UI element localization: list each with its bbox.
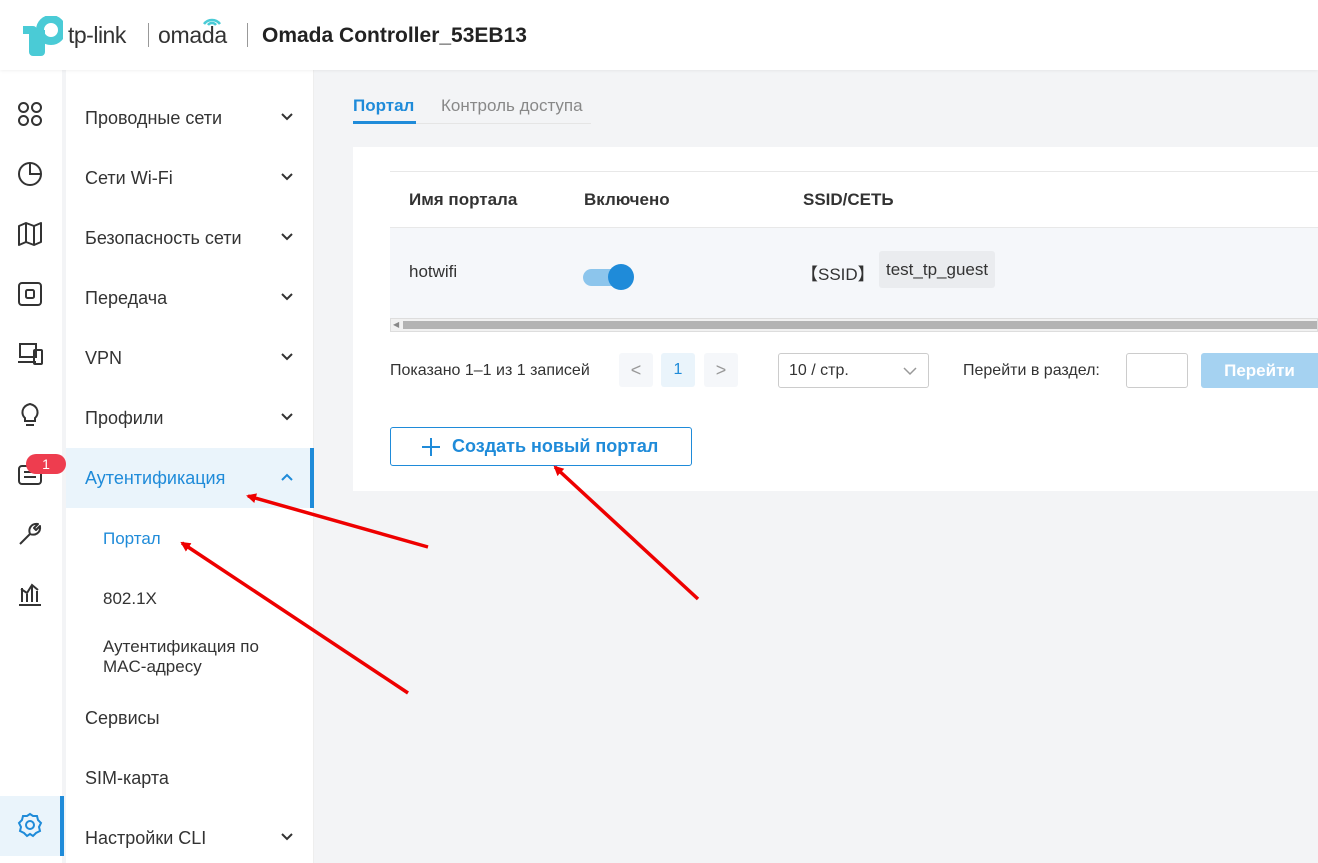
insight-icon[interactable] xyxy=(16,400,44,428)
menu-item-label: Безопасность сети xyxy=(85,227,242,248)
menu-item-label: Аутентификация xyxy=(85,467,226,488)
menu-item-label: Проводные сети xyxy=(85,107,223,128)
chevron-left-icon: < xyxy=(630,359,642,380)
submenu-item-label: MAC-адресу xyxy=(103,657,202,676)
create-portal-label: Создать новый портал xyxy=(452,436,659,456)
column-header-enabled[interactable]: Включено xyxy=(584,190,670,210)
menu-item-network-security[interactable]: Безопасность сети xyxy=(66,208,314,268)
submenu-item-mac-auth[interactable]: Аутентификация по MAC-адресу xyxy=(103,637,259,677)
tools-icon[interactable] xyxy=(16,520,44,548)
menu-item-cli-settings[interactable]: Настройки CLI xyxy=(66,808,314,863)
settings-submenu: Проводные сети Сети Wi-Fi Безопасность с… xyxy=(66,70,314,863)
prev-page-button[interactable]: < xyxy=(619,353,653,387)
chevron-down-icon xyxy=(281,293,293,301)
chevron-down-icon xyxy=(281,413,293,421)
chevron-down-icon xyxy=(281,353,293,361)
icon-rail: 1 xyxy=(0,70,66,863)
notification-badge: 1 xyxy=(26,454,66,474)
tab-access-control[interactable]: Контроль доступа xyxy=(441,96,583,116)
menu-item-label: Профили xyxy=(85,407,164,428)
tp-link-wordmark: tp-link xyxy=(68,22,126,48)
goto-page-input[interactable] xyxy=(1126,353,1188,388)
map-icon[interactable] xyxy=(16,220,44,248)
portal-name-cell: hotwifi xyxy=(409,262,458,281)
column-header-ssid[interactable]: SSID/СЕТЬ xyxy=(803,190,894,210)
menu-item-authentication[interactable]: Аутентификация xyxy=(66,448,314,508)
create-portal-button[interactable]: Создать новый портал xyxy=(390,427,692,466)
top-header: tp-link omada Omada Controller_53EB13 xyxy=(0,0,1318,70)
omada-wordmark: omada xyxy=(158,22,227,48)
chevron-right-icon: > xyxy=(715,359,727,380)
menu-item-profiles[interactable]: Профили xyxy=(66,388,314,448)
menu-item-wired-networks[interactable]: Проводные сети xyxy=(66,88,314,148)
menu-item-services[interactable]: Сервисы xyxy=(66,688,314,748)
ssid-tag: test_tp_guest xyxy=(879,251,996,288)
horizontal-scrollbar[interactable]: ◀ xyxy=(390,318,1318,332)
rail-active-bar xyxy=(60,796,64,856)
menu-item-vpn[interactable]: VPN xyxy=(66,328,314,388)
menu-item-transmission[interactable]: Передача xyxy=(66,268,314,328)
menu-item-label: Передача xyxy=(85,287,168,308)
chevron-down-icon xyxy=(281,233,293,241)
wifi-arc-icon xyxy=(203,18,221,26)
page-size-value: 10 / стр. xyxy=(789,362,849,379)
column-header-portal-name[interactable]: Имя портала xyxy=(409,190,517,210)
submenu-item-8021x[interactable]: 802.1X xyxy=(103,589,157,609)
submenu-item-portal[interactable]: Портал xyxy=(103,529,161,549)
clients-icon[interactable] xyxy=(16,340,44,368)
menu-item-wifi-networks[interactable]: Сети Wi-Fi xyxy=(66,148,314,208)
goto-page-button[interactable]: Перейти xyxy=(1201,353,1318,388)
chevron-down-icon xyxy=(281,113,293,121)
menu-item-label: Сервисы xyxy=(85,707,160,728)
page-size-select[interactable]: 10 / стр. xyxy=(778,353,929,388)
header-divider xyxy=(148,23,149,47)
ssid-prefix: 【SSID】 xyxy=(801,265,875,284)
reports-icon[interactable] xyxy=(16,580,44,608)
devices-icon[interactable] xyxy=(16,280,44,308)
page-number-button[interactable]: 1 xyxy=(661,353,695,387)
tab-portal[interactable]: Портал xyxy=(353,96,414,116)
statistics-icon[interactable] xyxy=(16,160,44,188)
menu-item-label: Настройки CLI xyxy=(85,827,207,848)
settings-icon[interactable] xyxy=(16,811,44,839)
menu-item-label: VPN xyxy=(85,347,123,368)
submenu-item-label: Аутентификация по xyxy=(103,637,259,656)
chevron-up-icon xyxy=(281,473,293,481)
plus-icon xyxy=(422,438,440,456)
menu-item-label: SIM-карта xyxy=(85,767,169,788)
pagination-summary: Показано 1–1 из 1 записей xyxy=(390,362,590,379)
chevron-down-icon xyxy=(281,833,293,841)
table-border xyxy=(390,171,1318,172)
chevron-down-icon xyxy=(903,367,917,376)
toggle-knob xyxy=(608,264,634,290)
portal-enabled-toggle[interactable] xyxy=(583,264,634,291)
menu-item-label: Сети Wi-Fi xyxy=(85,167,173,188)
scroll-left-arrow-icon[interactable]: ◀ xyxy=(393,320,399,329)
menu-item-sim-card[interactable]: SIM-карта xyxy=(66,748,314,808)
tab-active-underline xyxy=(353,121,416,124)
controller-name: Omada Controller_53EB13 xyxy=(262,24,527,47)
header-divider xyxy=(247,23,248,47)
goto-page-label: Перейти в раздел: xyxy=(963,362,1100,379)
next-page-button[interactable]: > xyxy=(704,353,738,387)
chevron-down-icon xyxy=(281,173,293,181)
tp-link-logo-icon xyxy=(23,16,63,56)
scrollbar-thumb[interactable] xyxy=(403,321,1317,329)
dashboard-icon[interactable] xyxy=(16,100,44,128)
